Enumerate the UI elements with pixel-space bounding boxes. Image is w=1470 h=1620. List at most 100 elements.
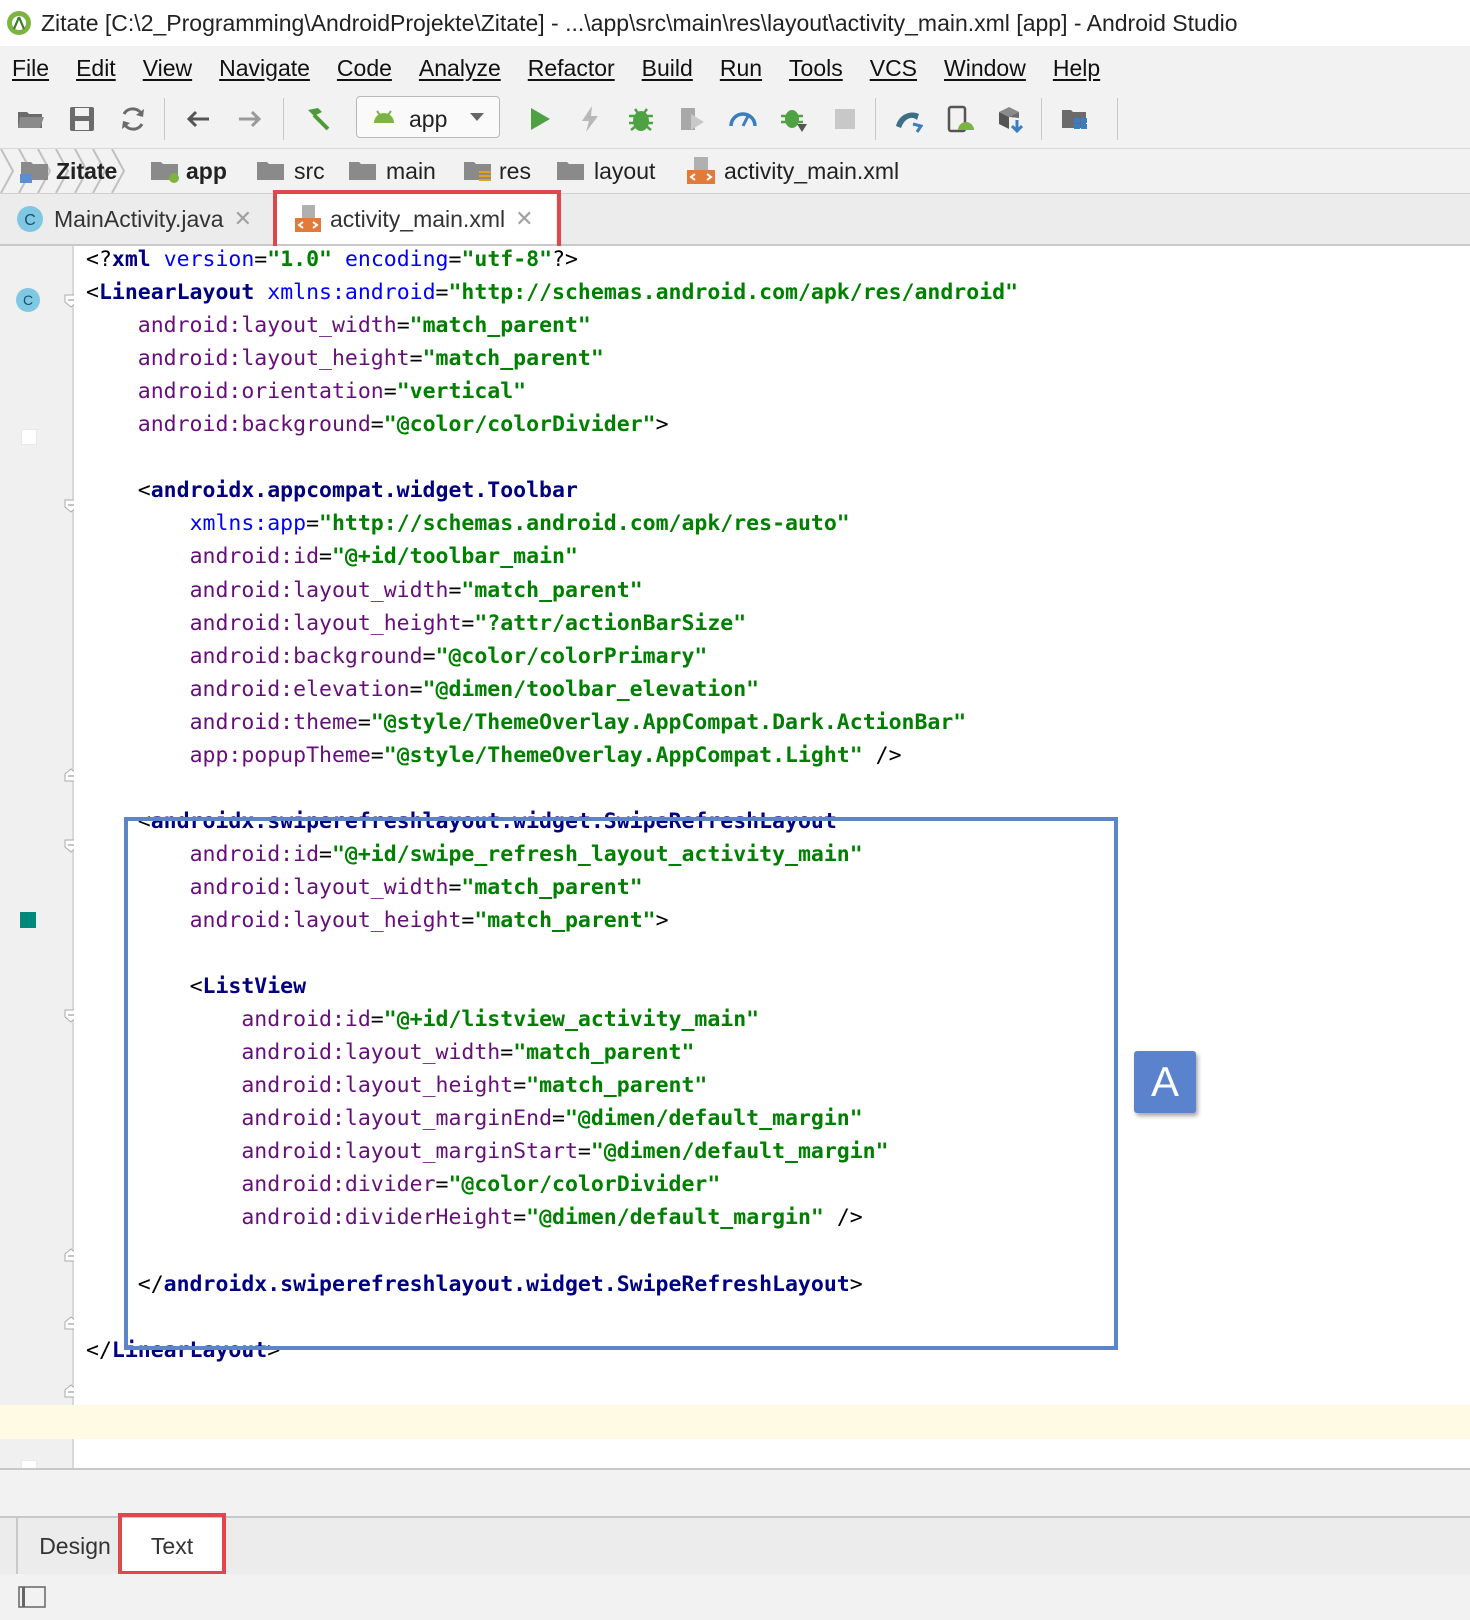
code-line[interactable]: android:theme="@style/ThemeOverlay.AppCo… — [86, 706, 967, 740]
breadcrumb: Zitate app src main res layout activity_… — [0, 148, 1470, 194]
breadcrumb-item-layout[interactable]: layout — [556, 149, 655, 193]
stop-icon[interactable] — [830, 104, 860, 134]
gradle-sync-icon[interactable] — [893, 104, 923, 134]
menu-tools[interactable]: Tools — [789, 55, 843, 82]
breadcrumb-label: main — [386, 157, 436, 184]
debug-icon[interactable] — [626, 104, 656, 134]
annotation-badge: A — [1134, 1051, 1196, 1113]
coverage-icon[interactable] — [677, 104, 707, 134]
menu-analyze[interactable]: Analyze — [419, 55, 501, 82]
breadcrumb-item-main[interactable]: main — [348, 149, 436, 193]
code-line[interactable]: app:popupTheme="@style/ThemeOverlay.AppC… — [86, 739, 902, 773]
class-marker-icon[interactable]: C — [14, 286, 42, 314]
breadcrumb-label: src — [294, 157, 325, 184]
menu-edit[interactable]: Edit — [76, 55, 116, 82]
highlight-box-red — [273, 190, 561, 250]
toolbar-separator — [1041, 98, 1042, 140]
toolbar-separator — [1117, 98, 1118, 140]
menu-build[interactable]: Build — [642, 55, 693, 82]
run-config-dropdown[interactable]: app — [356, 96, 500, 138]
menu-file[interactable]: File — [12, 55, 49, 82]
menu-refactor[interactable]: Refactor — [528, 55, 615, 82]
avd-manager-icon[interactable] — [944, 104, 974, 134]
run-icon[interactable] — [524, 104, 554, 134]
toolbar-separator — [283, 98, 284, 140]
tab-label: MainActivity.java — [54, 205, 224, 232]
breadcrumb-item-app[interactable]: app — [150, 149, 227, 193]
code-line[interactable]: android:background="@color/colorPrimary" — [86, 640, 708, 674]
breadcrumb-label: app — [186, 157, 227, 184]
toolbar-separator — [164, 98, 165, 140]
apply-changes-icon[interactable] — [575, 104, 605, 134]
breadcrumb-label: Zitate — [56, 157, 118, 184]
editor-gutter: C — [0, 246, 74, 1476]
breadcrumb-label: activity_main.xml — [724, 157, 900, 184]
window-title: Zitate [C:\2_Programming\AndroidProjekte… — [41, 9, 1238, 36]
menu-navigate[interactable]: Navigate — [219, 55, 310, 82]
tab-main-activity-java[interactable]: C MainActivity.java ✕ — [16, 194, 252, 244]
menu-run[interactable]: Run — [720, 55, 762, 82]
code-line[interactable]: android:elevation="@dimen/toolbar_elevat… — [86, 673, 760, 707]
sdk-manager-icon[interactable] — [995, 104, 1025, 134]
breadcrumb-label: layout — [594, 157, 656, 184]
menu-view[interactable]: View — [143, 55, 192, 82]
close-icon[interactable]: ✕ — [234, 206, 252, 232]
title-bar: Zitate [C:\2_Programming\AndroidProjekte… — [0, 0, 1470, 46]
color-swatch-divider[interactable] — [21, 429, 37, 445]
code-line[interactable]: android:orientation="vertical" — [86, 375, 526, 409]
breadcrumb-separator-icon — [0, 148, 15, 194]
open-folder-icon[interactable] — [16, 104, 46, 134]
tab-divider — [16, 1518, 18, 1574]
layout-xml-file-icon — [687, 157, 715, 184]
breadcrumb-item-src[interactable]: src — [256, 149, 325, 193]
attach-debugger-icon[interactable] — [779, 104, 809, 134]
code-line[interactable]: android:id="@+id/toolbar_main" — [86, 540, 578, 574]
folder-icon — [257, 162, 284, 180]
breadcrumb-item-zitate[interactable]: Zitate — [20, 149, 117, 193]
run-config-label: app — [409, 106, 448, 132]
forward-arrow-icon[interactable] — [235, 104, 265, 134]
highlight-box-blue — [124, 817, 1118, 1350]
android-icon — [374, 110, 394, 123]
main-toolbar: app — [0, 90, 1470, 149]
code-line[interactable]: android:background="@color/colorDivider"… — [86, 408, 669, 442]
code-line[interactable]: android:layout_width="match_parent" — [86, 574, 643, 608]
profile-icon[interactable] — [728, 104, 758, 134]
caret-line-highlight — [0, 1405, 1470, 1439]
svg-text:C: C — [23, 292, 33, 308]
folder-icon — [349, 162, 376, 180]
menu-code[interactable]: Code — [337, 55, 392, 82]
module-folder-icon — [151, 162, 179, 183]
tool-window-toggle-icon[interactable] — [18, 1586, 46, 1608]
breadcrumb-item-res[interactable]: res — [463, 149, 531, 193]
tab-design[interactable]: Design — [26, 1518, 124, 1574]
menu-help[interactable]: Help — [1053, 55, 1100, 82]
menu-bar: File Edit View Navigate Code Analyze Ref… — [0, 46, 1470, 90]
chevron-down-icon — [470, 113, 484, 121]
status-bar — [0, 1574, 1470, 1620]
toolbar-separator — [875, 98, 876, 140]
project-folder-icon — [20, 162, 48, 183]
project-structure-icon[interactable] — [1060, 104, 1090, 134]
color-swatch-primary[interactable] — [20, 912, 36, 928]
build-hammer-icon[interactable] — [302, 104, 332, 134]
code-line[interactable]: <?xml version="1.0" encoding="utf-8"?> — [86, 243, 578, 277]
save-icon[interactable] — [67, 104, 97, 134]
code-line[interactable]: android:layout_height="match_parent" — [86, 342, 604, 376]
android-studio-logo-icon — [7, 11, 31, 35]
menu-vcs[interactable]: VCS — [870, 55, 917, 82]
sync-icon[interactable] — [118, 104, 148, 134]
resource-folder-icon — [464, 162, 491, 181]
svg-text:C: C — [24, 212, 36, 229]
folder-icon — [557, 162, 584, 180]
breadcrumb-item-activity-main-xml[interactable]: activity_main.xml — [686, 149, 899, 193]
highlight-box-red — [118, 1513, 226, 1575]
code-line[interactable]: android:layout_height="?attr/actionBarSi… — [86, 607, 747, 641]
back-arrow-icon[interactable] — [183, 104, 213, 134]
java-class-icon: C — [17, 206, 43, 232]
menu-window[interactable]: Window — [944, 55, 1026, 82]
code-line[interactable]: <LinearLayout xmlns:android="http://sche… — [86, 276, 1018, 310]
code-line[interactable]: xmlns:app="http://schemas.android.com/ap… — [86, 507, 850, 541]
code-line[interactable]: android:layout_width="match_parent" — [86, 309, 591, 343]
code-line[interactable]: <androidx.appcompat.widget.Toolbar — [86, 474, 578, 508]
